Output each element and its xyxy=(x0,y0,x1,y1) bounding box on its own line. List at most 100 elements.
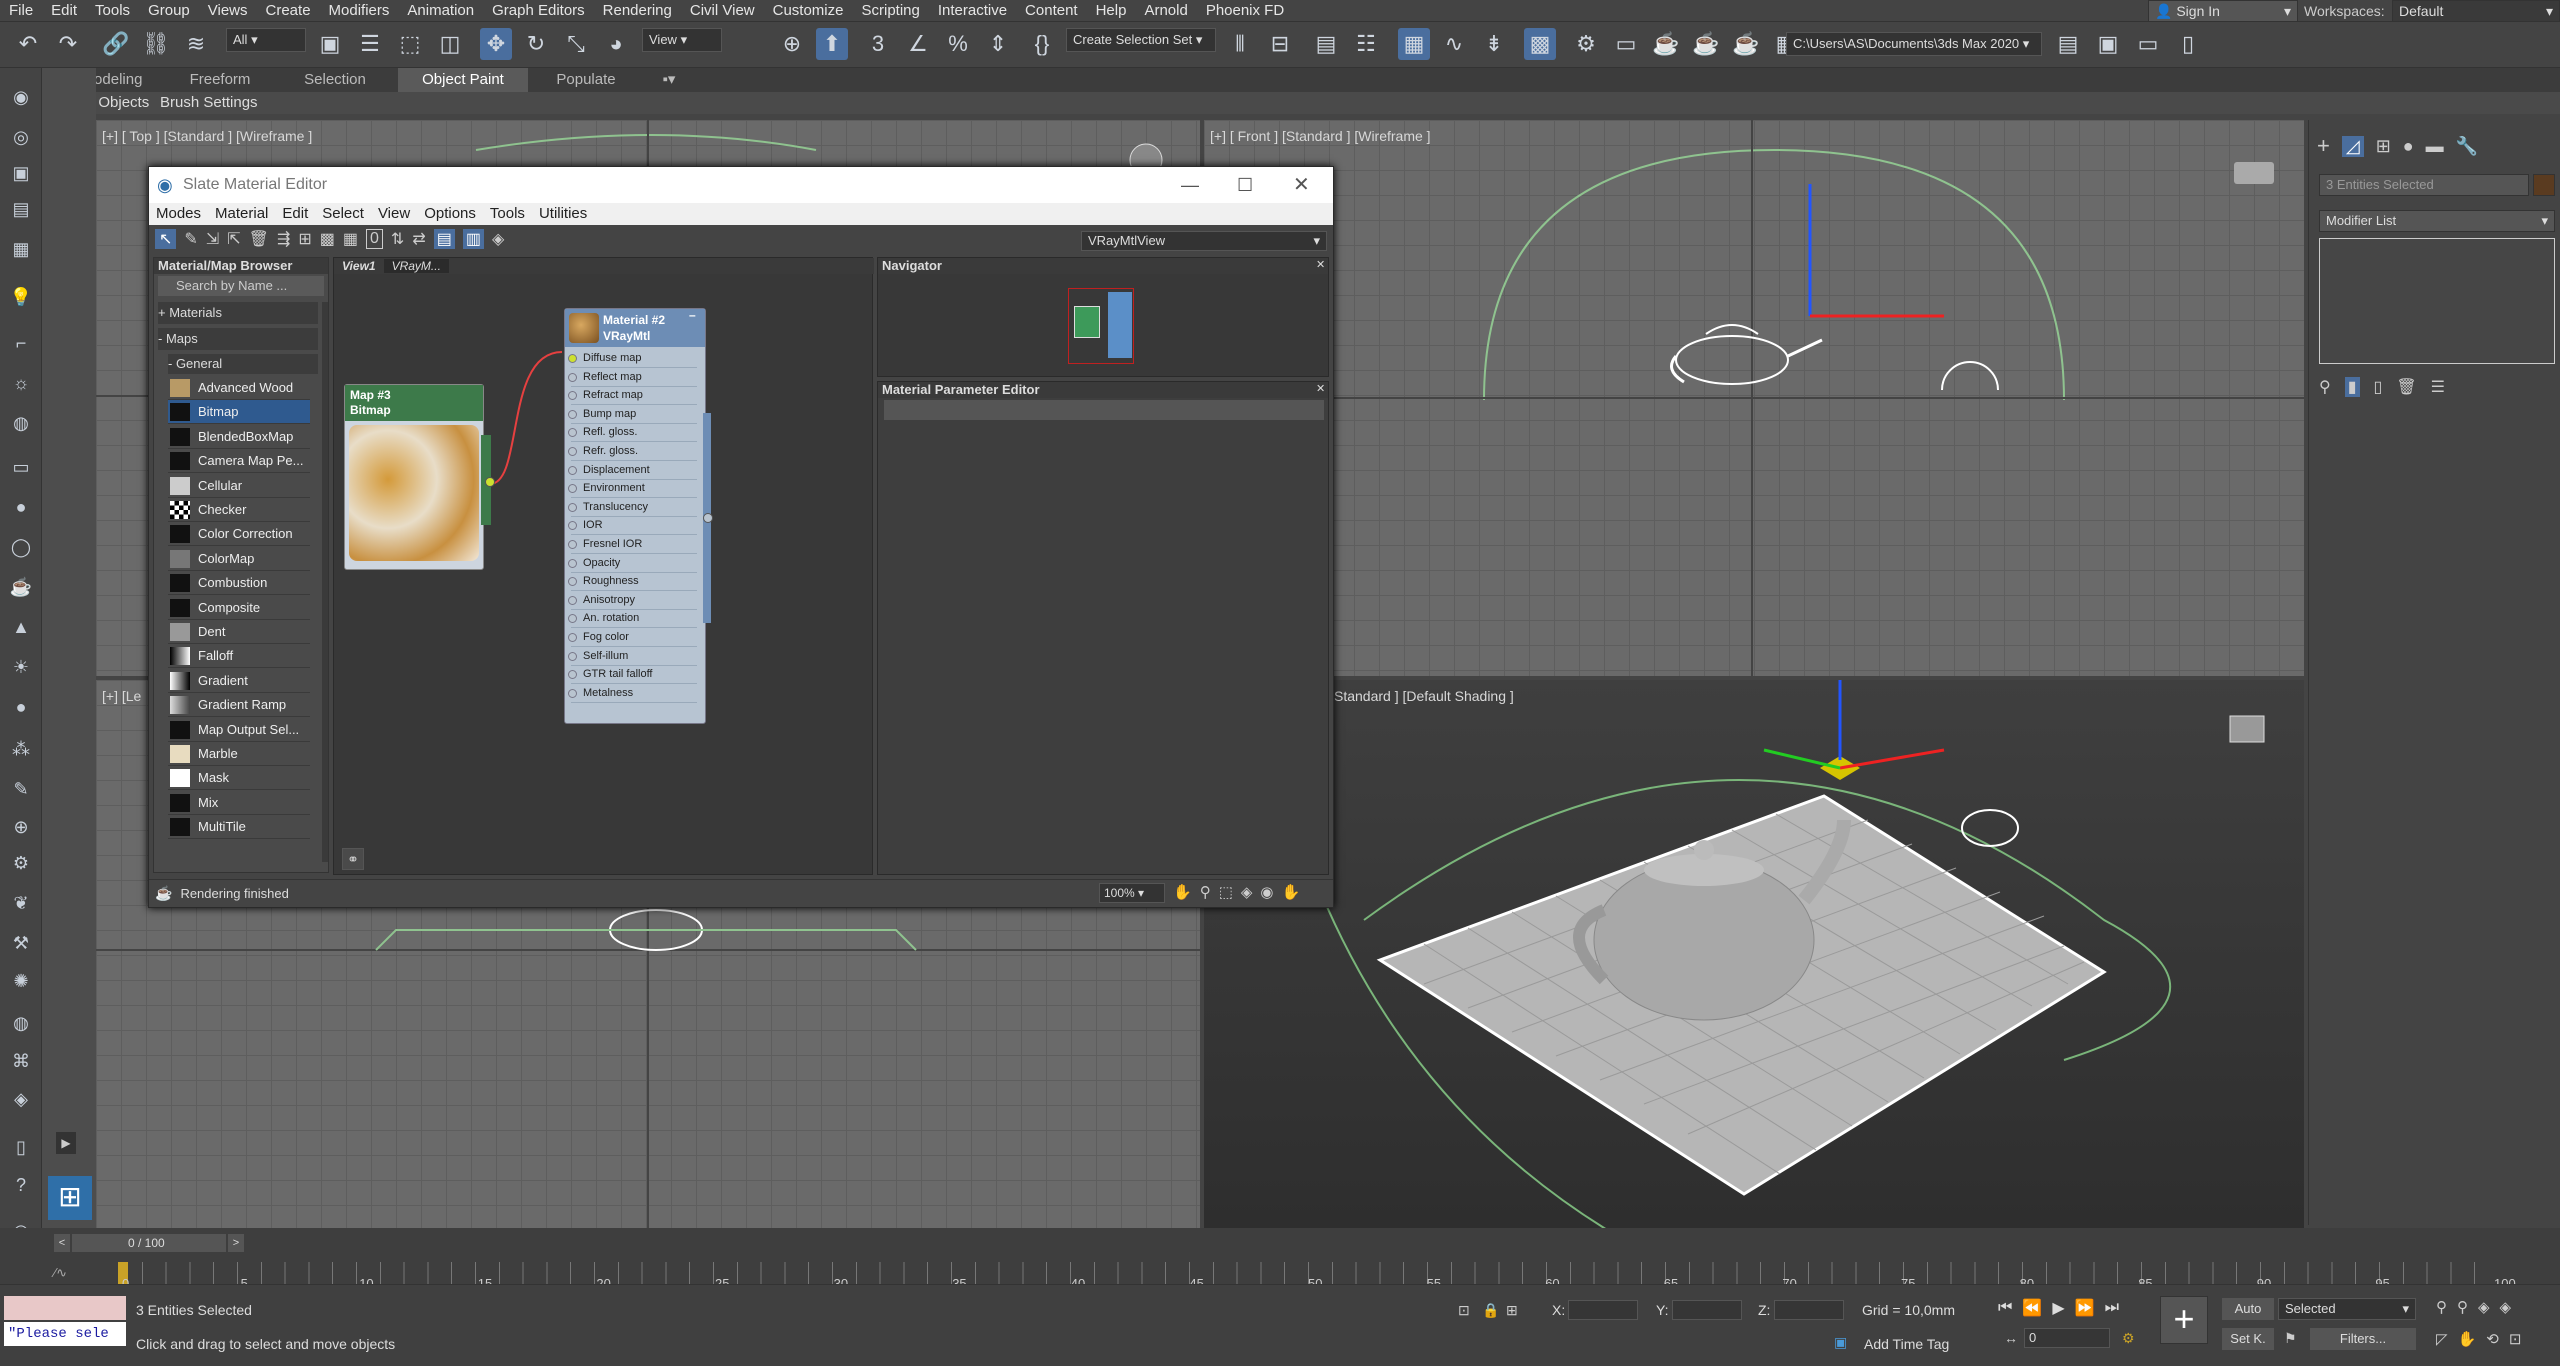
hierarchy-tab-icon[interactable]: ⊞ xyxy=(2376,136,2391,157)
fire-icon[interactable]: ✺ xyxy=(8,968,34,994)
bind-spacewarp-icon[interactable]: ≋ xyxy=(180,28,212,60)
viewport-perspective-label[interactable]: Standard ] [Default Shading ] xyxy=(1334,688,1514,704)
material-slot[interactable]: Opacity xyxy=(568,554,697,573)
map-item[interactable]: Mix xyxy=(168,791,310,815)
material-slot[interactable]: GTR tail falloff xyxy=(568,665,697,685)
zoom-extents-icon[interactable]: ◈ xyxy=(1241,883,1253,901)
camera-icon[interactable]: ⌐ xyxy=(8,330,34,356)
time-config-icon[interactable]: ⚙ xyxy=(2122,1330,2135,1347)
map-item[interactable]: Gradient xyxy=(168,669,310,693)
material-slot[interactable]: Self-illum xyxy=(568,647,697,666)
project-path-dropdown[interactable]: C:\Users\AS\Documents\3ds Max 2020 ▾ xyxy=(1786,32,2042,56)
slate-menu-select[interactable]: Select xyxy=(315,203,371,225)
go-to-end-icon[interactable]: ⏭ xyxy=(2105,1299,2119,1317)
key-mode-icon[interactable]: ⚑ xyxy=(2284,1330,2297,1347)
menu-item-content[interactable]: Content xyxy=(1016,0,1087,22)
motion-tab-icon[interactable]: ● xyxy=(2403,136,2414,157)
menu-item-tools[interactable]: Tools xyxy=(86,0,139,22)
prev-frame-icon[interactable]: < xyxy=(54,1234,70,1252)
number-slots-icon[interactable]: 0 xyxy=(366,229,383,249)
make-unique-icon[interactable]: ▯ xyxy=(2374,377,2383,397)
place-icon[interactable]: ◕ xyxy=(600,28,632,60)
param-editor-close-icon[interactable]: ✕ xyxy=(1316,382,1325,395)
x-coord-field[interactable] xyxy=(1568,1300,1638,1320)
play-icon[interactable]: ▶ xyxy=(2052,1298,2064,1318)
pan-hand-icon[interactable]: ✋ xyxy=(1173,883,1192,901)
z-coord-field[interactable] xyxy=(1774,1300,1844,1320)
view-dropdown[interactable]: VRayMtlView ▾ xyxy=(1081,231,1327,251)
ribbon-tab-object-paint[interactable]: Object Paint xyxy=(398,68,528,92)
render-setup-icon[interactable]: ⚙ xyxy=(1570,28,1602,60)
isolate-selection-icon[interactable]: ⊡ xyxy=(1458,1302,1470,1319)
slot-socket[interactable] xyxy=(568,614,577,624)
plant-icon[interactable]: ❦ xyxy=(8,890,34,916)
link-icon[interactable]: 🔗 xyxy=(100,28,132,60)
script-icon[interactable]: ⌘ xyxy=(8,1048,34,1074)
create-tab-icon[interactable]: + xyxy=(2317,133,2330,159)
filters-button[interactable]: Filters... xyxy=(2310,1328,2416,1350)
mirror-icon[interactable]: ⫴ xyxy=(1224,28,1256,60)
viewport-layouts-icon[interactable]: ⊞ xyxy=(48,1176,92,1220)
display-icon[interactable]: ◎ xyxy=(8,124,34,150)
selection-filter-dropdown[interactable]: All ▾ xyxy=(226,28,306,52)
time-slider[interactable]: 0 / 100 xyxy=(72,1234,226,1252)
menu-item-create[interactable]: Create xyxy=(257,0,320,22)
menu-item-scripting[interactable]: Scripting xyxy=(852,0,928,22)
binoculars-icon[interactable]: ⚭ xyxy=(342,848,364,870)
slate-menu-utilities[interactable]: Utilities xyxy=(532,203,594,225)
map-item[interactable]: Checker xyxy=(168,498,310,522)
rendered-frame-icon[interactable]: ▭ xyxy=(1610,28,1642,60)
table-icon[interactable]: ▦ xyxy=(8,236,34,262)
project-folder-icon[interactable]: ▤ xyxy=(2052,28,2084,60)
node-view[interactable]: View1 VRayM... Map #3 Bitmap Material #2… xyxy=(333,257,874,875)
move-children-icon[interactable]: ⇶ xyxy=(277,229,290,249)
box-icon[interactable]: ▭ xyxy=(8,454,34,480)
ribbon-options-icon[interactable]: ▪▾ xyxy=(652,68,686,92)
sign-in-dropdown[interactable]: 👤 Sign In ▾ xyxy=(2148,0,2298,22)
viewport-perspective[interactable]: Standard ] [Default Shading ] xyxy=(1204,680,2304,1228)
ribbon-tab-selection[interactable]: Selection xyxy=(280,68,390,92)
map-item[interactable]: Combustion xyxy=(168,571,310,596)
teapot-icon[interactable]: ☕ xyxy=(8,574,34,600)
viewport-top-label[interactable]: [+] [ Top ] [Standard ] [Wireframe ] xyxy=(102,128,312,144)
material-slot[interactable]: Environment xyxy=(568,479,697,499)
put-to-library-icon[interactable]: ⇱ xyxy=(227,229,240,249)
set-key-plus-icon[interactable]: + xyxy=(2160,1296,2208,1344)
param-editor-toggle-icon[interactable]: ▥ xyxy=(462,229,484,249)
ref-coord-dropdown[interactable]: View ▾ xyxy=(642,28,722,52)
map-item[interactable]: BlendedBoxMap xyxy=(168,425,310,449)
slot-socket[interactable] xyxy=(568,670,577,680)
material-node[interactable]: Material #2 VRayMtl – Diffuse map Reflect… xyxy=(564,308,713,724)
zoom-dropdown[interactable]: 100% ▾ xyxy=(1099,883,1165,903)
slate-title-bar[interactable]: ◉ Slate Material Editor — ☐ ✕ xyxy=(149,167,1333,203)
utilities-tab-icon[interactable]: 🔧 xyxy=(2456,136,2478,157)
field-of-view-icon[interactable]: ◸ xyxy=(2436,1330,2448,1348)
menu-item-file[interactable]: File xyxy=(0,0,42,22)
ribbon-tab-populate[interactable]: Populate xyxy=(536,68,636,92)
previous-frame-icon[interactable]: ⏪ xyxy=(2022,1298,2042,1318)
select-by-material-icon[interactable]: ◈ xyxy=(492,229,504,249)
material-slot[interactable]: Bump map xyxy=(568,405,697,424)
unlink-icon[interactable]: ⛓ xyxy=(140,28,172,60)
hide-unused-slots-icon[interactable]: ⊞ xyxy=(298,229,311,249)
menu-item-modifiers[interactable]: Modifiers xyxy=(320,0,399,22)
orbit-icon[interactable]: ⟲ xyxy=(2486,1330,2499,1348)
brush-settings-panel[interactable]: Brush Settings xyxy=(160,92,258,114)
map-item[interactable]: Dent xyxy=(168,620,310,644)
help-icon[interactable]: ? xyxy=(8,1172,34,1198)
go-to-start-icon[interactable]: ⏮ xyxy=(1998,1299,2012,1317)
material-slot[interactable]: Translucency xyxy=(568,498,697,517)
auto-key-button[interactable]: Auto xyxy=(2222,1298,2274,1320)
material-slot[interactable]: Roughness xyxy=(568,572,697,592)
material-slot[interactable]: Fog color xyxy=(568,628,697,647)
menu-item-group[interactable]: Group xyxy=(139,0,199,22)
scale-icon[interactable]: ⤡ xyxy=(560,28,592,60)
map-item[interactable]: Composite xyxy=(168,596,310,620)
modifier-stack[interactable] xyxy=(2319,238,2555,364)
percent-snap-icon[interactable]: % xyxy=(942,28,974,60)
move-icon[interactable]: ✥ xyxy=(480,28,512,60)
slot-socket[interactable] xyxy=(568,372,577,382)
menu-item-arnold[interactable]: Arnold xyxy=(1135,0,1196,22)
map-item[interactable]: Mask xyxy=(168,766,310,791)
snap-icon[interactable]: 3 xyxy=(862,28,894,60)
